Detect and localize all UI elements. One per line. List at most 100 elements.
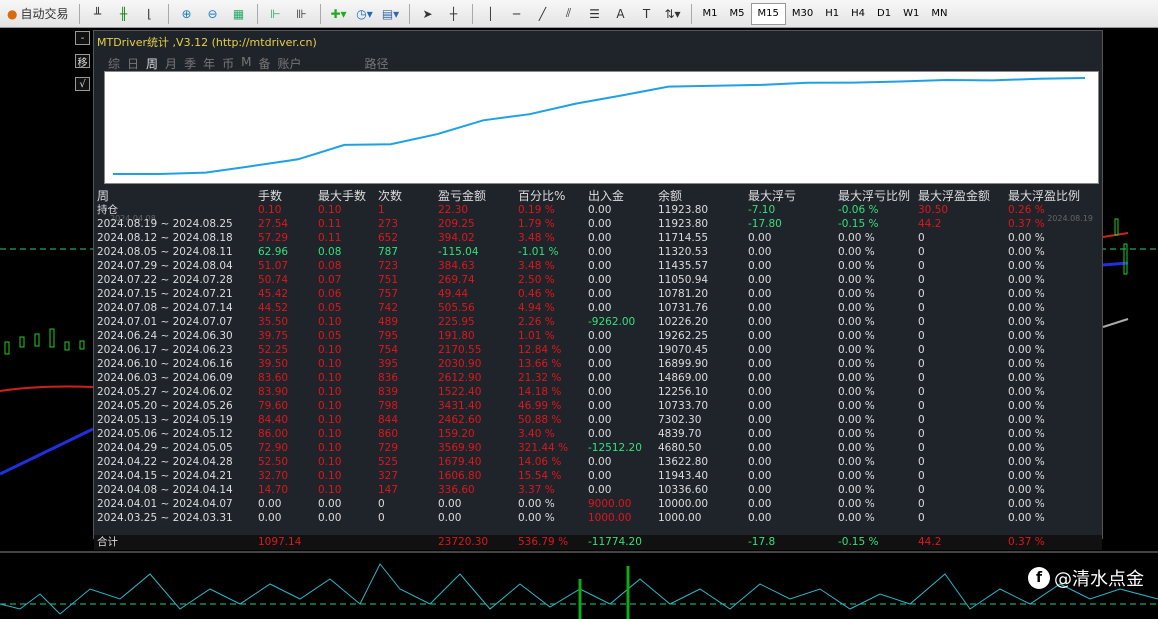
cell-10: 0	[918, 246, 925, 258]
timeframe-m5[interactable]: M5	[724, 3, 751, 25]
cell-0: 2024.06.10 ~ 2024.06.16	[97, 358, 233, 370]
table-row: 2024.05.06 ~ 2024.05.12 86.00 0.10 860 159.2…	[94, 427, 1102, 441]
periods-clock-icon[interactable]: ◷▾	[353, 3, 377, 25]
tab-3[interactable]: 月	[165, 55, 177, 72]
zoom-out-icon[interactable]: ⊖	[201, 3, 225, 25]
cell-6: 0.00	[588, 456, 612, 468]
cell-0: 持仓	[97, 204, 118, 216]
arrows-icon[interactable]: ⇅▾	[661, 3, 685, 25]
cell-7: 12256.10	[658, 386, 709, 398]
cell-6: -11774.20	[588, 536, 642, 548]
cell-3: 0	[378, 512, 385, 524]
cell-3: 273	[378, 218, 399, 230]
cell-1: 79.60	[258, 400, 289, 412]
cell-0: 2024.07.22 ~ 2024.07.28	[97, 274, 233, 286]
cell-10: 0	[918, 442, 925, 454]
cell-7: 19070.45	[658, 344, 709, 356]
timeframe-m1[interactable]: M1	[697, 3, 724, 25]
timeframe-m30[interactable]: M30	[786, 3, 819, 25]
cell-6: 0.00	[588, 386, 612, 398]
tab-9[interactable]: 账户	[277, 55, 301, 72]
table-row: 2024.04.15 ~ 2024.04.21 32.70 0.10 327 1606.…	[94, 469, 1102, 483]
tab-2[interactable]: 周	[146, 55, 158, 72]
cell-4: 159.20	[438, 428, 475, 440]
cell-5: 2.26 %	[518, 316, 555, 328]
table-row: 2024.05.20 ~ 2024.05.26 79.60 0.10 798 3431.…	[94, 399, 1102, 413]
timeframe-h1[interactable]: H1	[819, 3, 845, 25]
zoom-in-icon[interactable]: ⊕	[175, 3, 199, 25]
tab-5[interactable]: 年	[203, 55, 215, 72]
bar-chart-icon[interactable]: ╨	[86, 3, 110, 25]
timeframe-h4[interactable]: H4	[845, 3, 871, 25]
cell-4: 225.95	[438, 316, 475, 328]
tile-windows-icon[interactable]: ▦	[227, 3, 251, 25]
cell-8: 0.00	[748, 316, 772, 328]
timeframe-mn[interactable]: MN	[925, 3, 953, 25]
cell-10: 0	[918, 414, 925, 426]
timeframe-d1[interactable]: D1	[871, 3, 897, 25]
cell-8: 0.00	[748, 232, 772, 244]
cell-7: 11050.94	[658, 274, 709, 286]
mtdriver-stats-panel: MTDriver统计 ,V3.12 (http://mtdriver.cn) 综…	[93, 30, 1103, 550]
fibonacci-icon[interactable]: ☰	[583, 3, 607, 25]
tab-1[interactable]: 日	[127, 55, 139, 72]
move-button[interactable]: 移	[75, 54, 90, 69]
cell-1: 57.29	[258, 232, 289, 244]
table-row: 2024.04.08 ~ 2024.04.14 14.70 0.10 147 336.6…	[94, 483, 1102, 497]
cell-6: 0.00	[588, 218, 612, 230]
cell-4: 3569.90	[438, 442, 482, 454]
horizontal-line-icon[interactable]: ─	[505, 3, 529, 25]
cell-4: 1679.40	[438, 456, 482, 468]
cell-5: 321.44 %	[518, 442, 569, 454]
cell-11: 0.00 %	[1008, 498, 1045, 510]
line-chart-icon[interactable]: ⌊	[138, 3, 162, 25]
cell-1: 0.10	[258, 204, 282, 216]
timeframe-w1[interactable]: W1	[897, 3, 925, 25]
tab-6[interactable]: 币	[222, 55, 234, 72]
main-toolbar: ● 自动交易 ╨ ╫ ⌊ ⊕ ⊖ ▦ ⊩ ⊪ ✚▾ ◷▾ ▤▾ ➤ ┼ │ ─ ╱…	[0, 0, 1158, 28]
text-icon[interactable]: A	[609, 3, 633, 25]
autoscroll-icon[interactable]: ⊩	[264, 3, 288, 25]
cell-3: 787	[378, 246, 399, 258]
templates-icon[interactable]: ▤▾	[379, 3, 403, 25]
chart-shift-icon[interactable]: ⊪	[290, 3, 314, 25]
tab-0[interactable]: 综	[108, 55, 120, 72]
check-button[interactable]: √	[75, 77, 90, 91]
cell-8: 0.00	[748, 428, 772, 440]
cell-11: 0.00 %	[1008, 274, 1045, 286]
equidistant-channel-icon[interactable]: ⫽	[557, 3, 581, 25]
vertical-line-icon[interactable]: │	[479, 3, 503, 25]
tab-8[interactable]: 备	[258, 55, 270, 72]
cell-9: 0.00 %	[838, 246, 875, 258]
indicators-icon[interactable]: ✚▾	[327, 3, 351, 25]
table-row: 2024.07.08 ~ 2024.07.14 44.52 0.05 742 505.5…	[94, 301, 1102, 315]
cell-7: 1000.00	[658, 512, 702, 524]
crosshair-icon[interactable]: ┼	[442, 3, 466, 25]
tab-7[interactable]: M	[241, 55, 251, 72]
cell-2: 0.10	[318, 204, 342, 216]
cell-8: 0.00	[748, 302, 772, 314]
cursor-icon[interactable]: ➤	[416, 3, 440, 25]
cell-5: 46.99 %	[518, 400, 562, 412]
cell-1: 0.00	[258, 498, 282, 510]
text-label-icon[interactable]: T	[635, 3, 659, 25]
cell-10: 0	[918, 232, 925, 244]
timeframe-m15[interactable]: M15	[750, 2, 786, 25]
trendline-icon[interactable]: ╱	[531, 3, 555, 25]
autotrade-button[interactable]: ● 自动交易	[3, 3, 73, 25]
cell-11: 0.00 %	[1008, 386, 1045, 398]
cell-6: 0.00	[588, 344, 612, 356]
cell-3: 525	[378, 456, 399, 468]
cell-9: 0.00 %	[838, 232, 875, 244]
cell-7: 4839.70	[658, 428, 702, 440]
cell-0: 2024.04.15 ~ 2024.04.21	[97, 470, 233, 482]
cell-6: -12512.20	[588, 442, 642, 454]
tab-4[interactable]: 季	[184, 55, 196, 72]
tab-10[interactable]: 路径	[365, 55, 389, 72]
facebook-icon: f	[1028, 567, 1050, 589]
candlestick-icon[interactable]: ╫	[112, 3, 136, 25]
cell-11: 0.00 %	[1008, 372, 1045, 384]
minimize-button[interactable]: -	[75, 31, 90, 45]
moving-average-gray	[1102, 318, 1129, 328]
cell-11: 0.00 %	[1008, 470, 1045, 482]
